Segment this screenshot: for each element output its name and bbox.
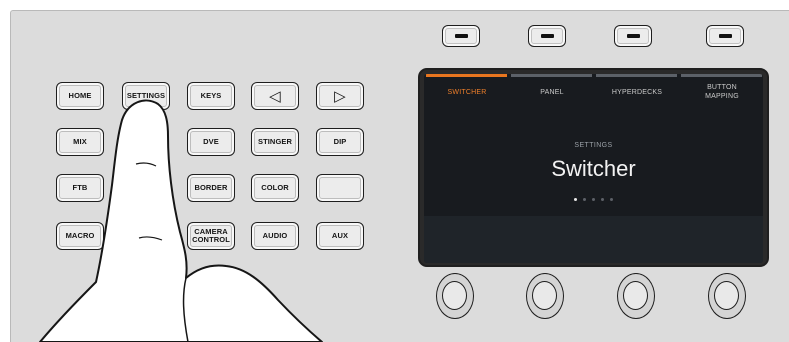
pressing-hand <box>39 99 323 342</box>
control-panel-photo: HOME SETTINGS KEYS ◁ ▷ MIX DVE STINGER D… <box>0 0 789 342</box>
hand-outline <box>39 99 323 342</box>
